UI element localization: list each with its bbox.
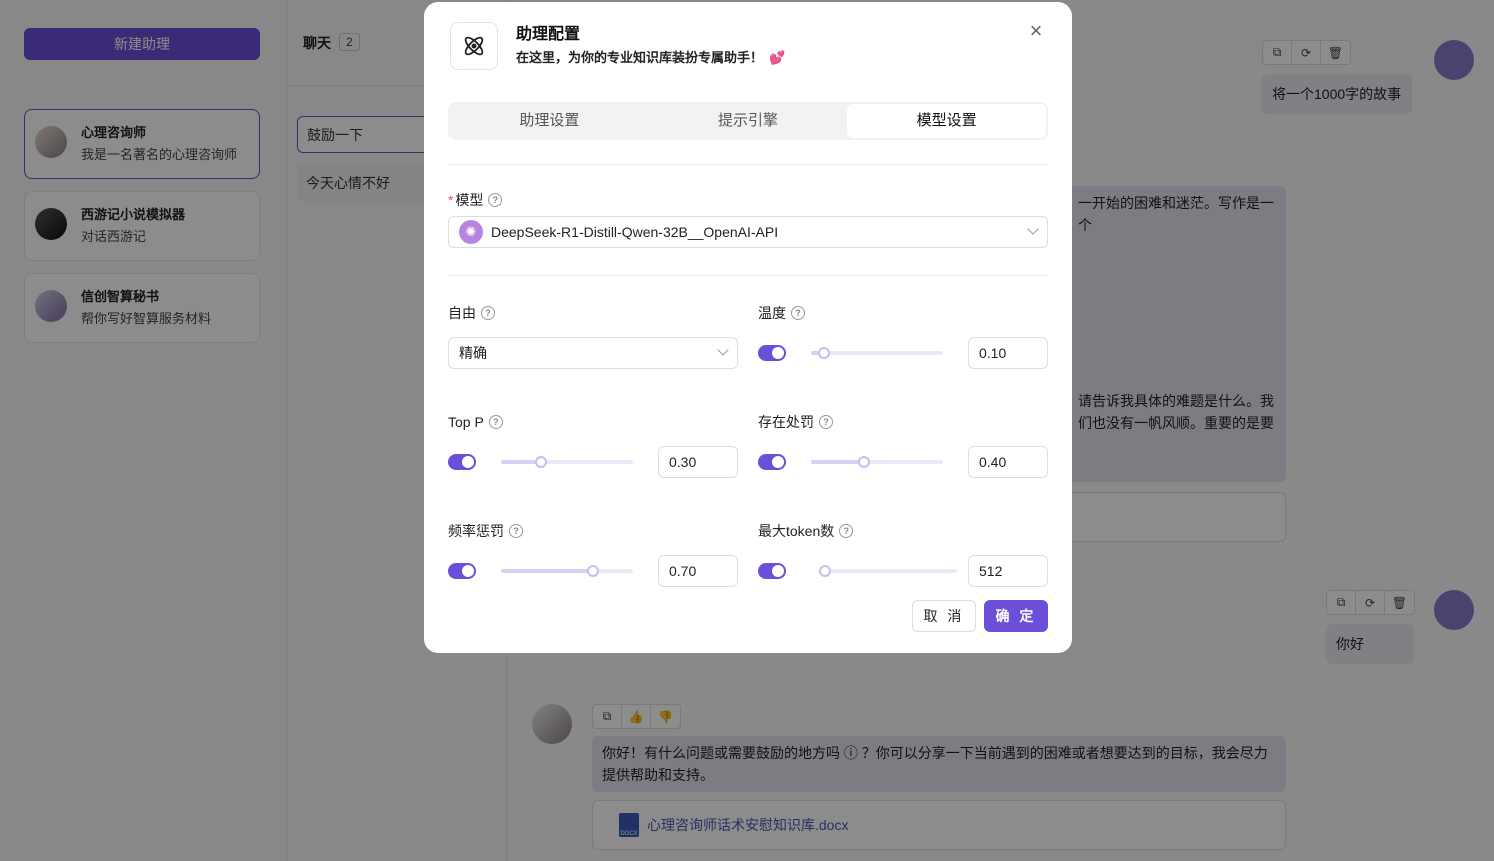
top-p-field: Top P? 0.30 <box>448 412 738 521</box>
dialog-subtitle: 在这里，为你的专业知识库装扮专属助手！ 💕 <box>516 47 785 69</box>
atom-icon <box>450 22 498 70</box>
help-icon[interactable]: ? <box>791 306 805 320</box>
dialog-footer: 取 消 确 定 <box>912 600 1048 632</box>
model-select-value: DeepSeek-R1-Distill-Qwen-32B__OpenAI-API <box>491 224 779 240</box>
top-p-slider[interactable] <box>501 456 633 468</box>
chevron-down-icon <box>1027 223 1039 235</box>
close-icon[interactable]: × <box>1026 20 1046 42</box>
slider-thumb[interactable] <box>534 456 547 468</box>
max-tokens-toggle[interactable] <box>758 563 786 579</box>
tab-prompt-engine[interactable]: 提示引擎 <box>649 104 848 138</box>
presence-penalty-label: 存在处罚? <box>758 412 1048 432</box>
presence-label-text: 存在处罚 <box>758 414 814 430</box>
presence-penalty-input[interactable]: 0.40 <box>968 446 1048 478</box>
heart-icon: 💕 <box>769 50 786 65</box>
temperature-input[interactable]: 0.10 <box>968 337 1048 369</box>
tab-model-settings[interactable]: 模型设置 <box>847 104 1047 138</box>
required-mark: * <box>448 192 454 208</box>
slider-thumb[interactable] <box>857 456 870 468</box>
help-icon[interactable]: ? <box>819 415 833 429</box>
temperature-slider[interactable] <box>811 347 943 359</box>
help-icon[interactable]: ? <box>488 193 503 207</box>
cancel-button[interactable]: 取 消 <box>912 600 976 632</box>
presence-penalty-slider[interactable] <box>811 456 943 468</box>
frequency-penalty-label: 频率惩罚? <box>448 521 738 541</box>
help-icon[interactable]: ? <box>839 524 854 538</box>
assistant-config-dialog: 助理配置 在这里，为你的专业知识库装扮专属助手！ 💕 × 助理设置 提示引擎 模型… <box>424 2 1072 653</box>
frequency-penalty-toggle[interactable] <box>448 563 476 579</box>
top-p-input[interactable]: 0.30 <box>658 446 738 478</box>
model-select[interactable]: ✺ DeepSeek-R1-Distill-Qwen-32B__OpenAI-A… <box>448 216 1048 248</box>
max-tokens-input[interactable]: 512 <box>968 555 1048 587</box>
frequency-penalty-field: 频率惩罚? 0.70 <box>448 521 738 630</box>
divider <box>448 164 1048 165</box>
presence-penalty-field: 存在处罚? 0.40 <box>758 412 1048 521</box>
subtitle-text: 在这里，为你的专业知识库装扮专属助手！ <box>516 50 764 65</box>
freedom-label-text: 自由 <box>448 305 476 321</box>
freedom-field: 自由? 精确 <box>448 303 738 412</box>
chevron-down-icon <box>717 344 729 356</box>
help-icon[interactable]: ? <box>481 306 495 320</box>
frequency-label-text: 频率惩罚 <box>448 523 504 539</box>
confirm-button[interactable]: 确 定 <box>984 600 1048 632</box>
tab-assistant-settings[interactable]: 助理设置 <box>450 104 649 138</box>
frequency-penalty-slider[interactable] <box>501 565 633 577</box>
help-icon[interactable]: ? <box>509 524 523 538</box>
max-tokens-slider[interactable] <box>819 565 957 577</box>
top-p-label: Top P? <box>448 412 738 432</box>
temperature-label-text: 温度 <box>758 305 786 321</box>
config-tabs: 助理设置 提示引擎 模型设置 <box>448 102 1048 140</box>
top-p-toggle[interactable] <box>448 454 476 470</box>
freedom-select-value: 精确 <box>459 345 487 361</box>
freedom-label: 自由? <box>448 303 738 323</box>
frequency-penalty-input[interactable]: 0.70 <box>658 555 738 587</box>
model-label-text: 模型 <box>455 192 484 208</box>
freedom-select[interactable]: 精确 <box>448 337 738 369</box>
top-p-label-text: Top P <box>448 414 484 430</box>
help-icon[interactable]: ? <box>488 415 503 429</box>
temperature-label: 温度? <box>758 303 1048 323</box>
openai-icon: ✺ <box>459 220 483 244</box>
params-grid: 自由? 精确 温度? 0.10 Top P? 0.30 存在处罚 ? 0.40 … <box>448 303 1048 630</box>
dialog-title: 助理配置 <box>516 26 581 43</box>
temperature-field: 温度? 0.10 <box>758 303 1048 412</box>
max-tokens-label: 最大token数? <box>758 521 1048 541</box>
slider-thumb[interactable] <box>587 565 600 577</box>
presence-penalty-toggle[interactable] <box>758 454 786 470</box>
slider-thumb[interactable] <box>819 565 831 577</box>
divider <box>448 275 1048 276</box>
slider-thumb[interactable] <box>818 347 831 359</box>
temperature-toggle[interactable] <box>758 345 786 361</box>
model-label: * 模型 ? <box>448 190 1048 210</box>
dialog-header: 助理配置 在这里，为你的专业知识库装扮专属助手！ 💕 × <box>448 20 1048 102</box>
max-tokens-label-text: 最大token数 <box>758 523 835 539</box>
